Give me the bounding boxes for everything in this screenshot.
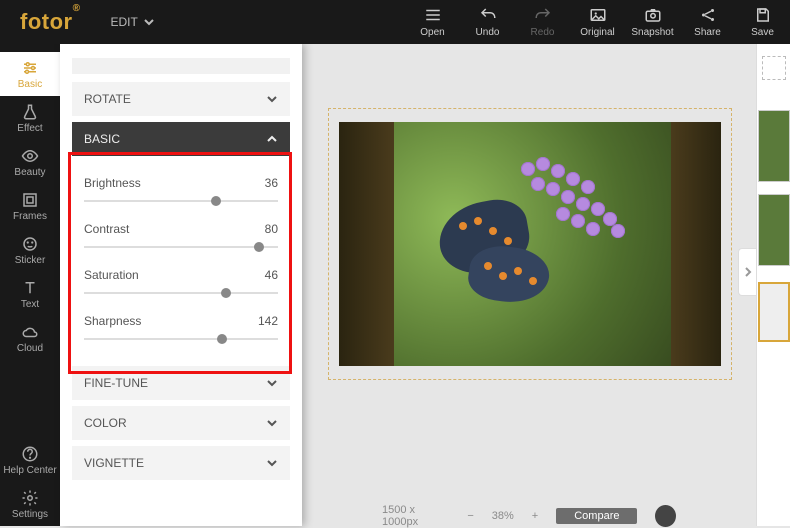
slider-contrast: Contrast 80 [84, 222, 278, 248]
status-bar: 1500 x 1000px − 38% + Compare [302, 506, 756, 526]
top-actions: Open Undo Redo Original Snapshot Share S… [405, 0, 790, 44]
rail-cloud[interactable]: Cloud [0, 316, 60, 360]
thumbnail-1[interactable] [758, 110, 790, 182]
top-bar: fotor® EDIT Open Undo Redo Original Snap… [0, 0, 790, 44]
undo-button[interactable]: Undo [460, 0, 515, 44]
thumbnail-2[interactable] [758, 194, 790, 266]
eye-icon [21, 147, 39, 165]
slider-thumb[interactable] [254, 242, 264, 252]
canvas-selection[interactable] [328, 108, 732, 380]
share-icon [699, 6, 717, 24]
chevron-down-icon [266, 377, 278, 389]
undo-icon [479, 6, 497, 24]
section-stub [72, 58, 290, 74]
zoom-in-button[interactable]: + [532, 510, 538, 522]
rail-beauty[interactable]: Beauty [0, 140, 60, 184]
rail-basic[interactable]: Basic [0, 52, 60, 96]
slider-thumb[interactable] [221, 288, 231, 298]
basic-panel: ROTATE BASIC Brightness 36 Contrast 80 S… [60, 44, 302, 526]
slider-label: Sharpness [84, 314, 141, 328]
section-basic[interactable]: BASIC [72, 122, 290, 156]
snapshot-button[interactable]: Snapshot [625, 0, 680, 44]
original-button[interactable]: Original [570, 0, 625, 44]
cloud-icon [21, 323, 39, 341]
rail-frames[interactable]: Frames [0, 184, 60, 228]
menu-icon [424, 6, 442, 24]
share-button[interactable]: Share [680, 0, 735, 44]
slider-value: 142 [258, 314, 278, 328]
add-image-button[interactable] [762, 56, 786, 80]
brand-logo: fotor® [20, 9, 80, 35]
fullscreen-button[interactable] [655, 505, 676, 527]
image-icon [589, 6, 607, 24]
slider-label: Contrast [84, 222, 129, 236]
basic-body: Brightness 36 Contrast 80 Saturation 46 … [72, 162, 290, 358]
rail-settings[interactable]: Settings [0, 482, 60, 526]
mode-dropdown[interactable]: EDIT [110, 15, 153, 29]
rail-sticker[interactable]: Sticker [0, 228, 60, 272]
chevron-down-icon [266, 93, 278, 105]
edited-image[interactable] [339, 122, 721, 366]
slider-thumb[interactable] [217, 334, 227, 344]
chevron-down-icon [266, 417, 278, 429]
slider-track[interactable] [84, 338, 278, 340]
zoom-level: 38% [492, 510, 514, 522]
expand-thumbnails-button[interactable] [738, 248, 756, 296]
chevron-down-icon [144, 17, 154, 27]
save-icon [754, 6, 772, 24]
slider-saturation: Saturation 46 [84, 268, 278, 294]
help-icon [21, 445, 39, 463]
sliders-icon [21, 59, 39, 77]
slider-value: 36 [265, 176, 278, 190]
canvas-area [302, 44, 756, 526]
chevron-right-icon [744, 266, 752, 278]
flask-icon [21, 103, 39, 121]
thumbnail-3[interactable] [758, 282, 790, 342]
slider-label: Brightness [84, 176, 141, 190]
open-button[interactable]: Open [405, 0, 460, 44]
save-button[interactable]: Save [735, 0, 790, 44]
redo-button: Redo [515, 0, 570, 44]
text-icon [21, 279, 39, 297]
section-fine-tune[interactable]: FINE-TUNE [72, 366, 290, 400]
sticker-icon [21, 235, 39, 253]
slider-label: Saturation [84, 268, 139, 282]
slider-track[interactable] [84, 246, 278, 248]
thumbnail-strip [756, 44, 790, 526]
gear-icon [21, 489, 39, 507]
image-dimensions: 1500 x 1000px [382, 504, 449, 528]
section-color[interactable]: COLOR [72, 406, 290, 440]
zoom-out-button[interactable]: − [467, 510, 473, 522]
slider-track[interactable] [84, 292, 278, 294]
slider-value: 80 [265, 222, 278, 236]
camera-icon [644, 6, 662, 24]
slider-thumb[interactable] [211, 196, 221, 206]
chevron-down-icon [266, 457, 278, 469]
section-rotate[interactable]: ROTATE [72, 82, 290, 116]
rail-help[interactable]: Help Center [0, 438, 60, 482]
slider-track[interactable] [84, 200, 278, 202]
rail-effect[interactable]: Effect [0, 96, 60, 140]
rail-text[interactable]: Text [0, 272, 60, 316]
compare-button[interactable]: Compare [556, 508, 637, 524]
redo-icon [534, 6, 552, 24]
slider-value: 46 [265, 268, 278, 282]
chevron-up-icon [266, 133, 278, 145]
left-rail: Basic Effect Beauty Frames Sticker Text … [0, 44, 60, 526]
section-vignette[interactable]: VIGNETTE [72, 446, 290, 480]
slider-brightness: Brightness 36 [84, 176, 278, 202]
mode-label: EDIT [110, 15, 137, 29]
slider-sharpness: Sharpness 142 [84, 314, 278, 340]
frame-icon [21, 191, 39, 209]
